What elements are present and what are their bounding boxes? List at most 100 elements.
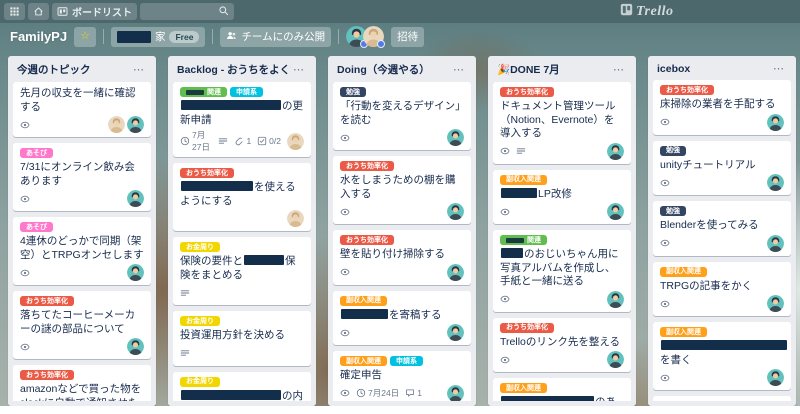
card-title: を寄稿する <box>340 308 464 323</box>
eye-icon <box>500 207 510 217</box>
clock-badge: 7月27日 <box>180 129 212 153</box>
card[interactable]: 副収入関連 LP改修 <box>493 169 631 224</box>
card[interactable]: おうち効率化 落ちてたコーヒーメーカーの謎の部品について <box>13 291 151 359</box>
card-badges: 7月27日 1 0/2 <box>180 129 304 153</box>
member-avatar <box>108 116 125 133</box>
card[interactable]: 副収入関連 申請系 確定申告 7月24日 1 <box>333 351 471 401</box>
card-badges <box>340 263 464 281</box>
board-list-button[interactable]: ボードリスト <box>52 3 137 20</box>
card[interactable]: おうち効率化 ドキュメント管理ツール（Notion、Evernote）を導入する <box>493 82 631 164</box>
list-menu-button[interactable]: ⋯ <box>771 62 787 75</box>
card-label: 勉強 <box>660 145 686 156</box>
card[interactable]: 勉強 unityチュートリアル <box>653 140 791 195</box>
card[interactable]: お金周り 投資運用方針を決める <box>173 311 311 366</box>
card[interactable]: おうち効率化 Trelloのリンク先を整える <box>493 317 631 372</box>
search-input[interactable] <box>145 5 218 18</box>
card[interactable]: 勉強 「行動を変えるデザイン」を読む <box>333 82 471 150</box>
card[interactable]: 先月の収支を一緒に確認する <box>13 82 151 137</box>
card-title: を書く <box>660 340 787 367</box>
card-members <box>447 129 464 146</box>
card-labels: お金周り <box>180 376 304 387</box>
eye-badge <box>340 267 350 277</box>
eye-icon <box>340 388 350 398</box>
card-members <box>287 132 304 150</box>
card-members <box>108 116 144 133</box>
card[interactable]: お金周りの内訳を見直す10/2 <box>173 371 311 401</box>
card-title: のあらすじをかく <box>500 396 624 401</box>
card[interactable]: おうち効率化 水をしまうための棚を購入する <box>333 156 471 224</box>
list-menu-button[interactable]: ⋯ <box>291 63 307 76</box>
card-label: 副収入関連 <box>660 327 707 337</box>
member-avatar <box>607 142 624 160</box>
card-label-text: 勉強 <box>666 207 680 215</box>
card[interactable]: 副収入関連のあらすじをかく <box>493 378 631 401</box>
member-avatar[interactable] <box>363 26 386 48</box>
list-menu-button[interactable]: ⋯ <box>131 63 147 76</box>
card-label-text: 勉強 <box>666 147 680 154</box>
redacted-text <box>661 340 787 350</box>
clock-icon <box>356 388 366 398</box>
card-label-text: あそび <box>26 223 47 231</box>
card[interactable]: おうち効率化amazonなどで買った物をslackに自動で通知させたい1 <box>13 365 151 401</box>
card[interactable]: あそび 4連休のどっかで同期（架空）とTRPGオンセします <box>13 217 151 285</box>
card[interactable]: 関連 申請系 の更新申請 7月27日 1 0/2 <box>173 82 311 157</box>
card[interactable]: 副収入関連 を書く <box>653 322 791 390</box>
card-label: あそび <box>20 148 53 158</box>
list-menu-button[interactable]: ⋯ <box>451 63 467 76</box>
redacted-label-text <box>186 89 204 95</box>
member-avatar <box>127 190 144 207</box>
apps-grid-button[interactable] <box>4 3 25 20</box>
eye-icon <box>20 194 30 204</box>
search-box[interactable] <box>140 3 234 20</box>
card[interactable]: おうち効率化 壁を貼り付け掃除する <box>333 230 471 285</box>
member-avatar <box>127 338 144 355</box>
visibility-button[interactable]: チームにのみ公開 <box>220 26 332 47</box>
card-labels: 副収入関連 申請系 <box>340 356 464 366</box>
badge-text: 1 <box>417 388 422 398</box>
redacted-text <box>501 187 537 198</box>
eye-icon <box>20 120 30 130</box>
card[interactable]: おうち効率化 床掃除の業者を手配する <box>653 80 791 135</box>
eye-badge <box>660 238 670 248</box>
card-members <box>607 351 624 368</box>
card-title: 4連休のどっかで同期（架空）とTRPGオンセします <box>20 235 144 261</box>
card[interactable]: 勉強Andoroid、iOSアプリのプログラミング、リリース <box>653 396 791 401</box>
card-label: おうち効率化 <box>180 168 234 178</box>
card-labels: おうち効率化 <box>340 161 464 171</box>
header-divider <box>102 29 104 44</box>
list-menu-button[interactable]: ⋯ <box>611 63 627 76</box>
member-avatar <box>767 369 784 386</box>
list: 🎉DONE 7月 ⋯ おうち効率化 ドキュメント管理ツール（Notion、Everno… <box>488 56 636 406</box>
card-label-text: あそび <box>26 149 47 157</box>
card[interactable]: 副収入関連 を寄稿する <box>333 290 471 345</box>
card[interactable]: 関連 のおじいちゃん用に写真アルバムを作成し、手紙と一緒に送る <box>493 230 631 312</box>
visibility-label: チームにのみ公開 <box>241 31 326 43</box>
star-button[interactable]: ☆ <box>74 26 96 47</box>
card-label-text: 副収入関連 <box>506 384 541 392</box>
card-badges <box>500 142 624 160</box>
member-avatar <box>287 132 304 150</box>
eye-badge <box>660 178 670 188</box>
eye-icon <box>660 238 670 248</box>
trello-logo-text: Trello <box>636 3 674 19</box>
home-button[interactable] <box>28 3 49 20</box>
card[interactable]: 副収入関連 TRPGの記事をかく <box>653 261 791 316</box>
card-title: 壁を貼り付け掃除する <box>340 248 445 260</box>
card[interactable]: お金周り 保険の要件と 保険をまとめる <box>173 237 311 305</box>
list-header: 🎉DONE 7月 ⋯ <box>493 60 631 82</box>
list: 今週のトピック ⋯ 先月の収支を一緒に確認する あそび 7/31にオンライン飲み会ありま… <box>8 56 156 406</box>
card[interactable]: 勉強 Blenderを使ってみる <box>653 201 791 256</box>
board-list-label: ボードリスト <box>72 8 132 19</box>
invite-button[interactable]: 招待 <box>391 26 425 47</box>
card-stack: おうち効率化 ドキュメント管理ツール（Notion、Evernote）を導入する副… <box>493 82 631 401</box>
card-title: のおじいちゃん用に写真アルバムを作成し、手紙と一緒に送る <box>500 248 619 287</box>
card-labels: あそび <box>20 222 144 232</box>
card[interactable]: あそび 7/31にオンライン飲み会あります <box>13 143 151 211</box>
card-members <box>607 142 624 160</box>
card-label-text: おうち効率化 <box>666 86 708 94</box>
team-button[interactable]: 家 Free <box>110 26 206 47</box>
card-labels: 副収入関連 <box>660 327 784 337</box>
list-title: 🎉DONE 7月 <box>497 64 560 76</box>
card[interactable]: おうち効率化 を使えるようにする <box>173 163 311 231</box>
card-title: 7/31にオンライン飲み会あります <box>20 161 135 187</box>
